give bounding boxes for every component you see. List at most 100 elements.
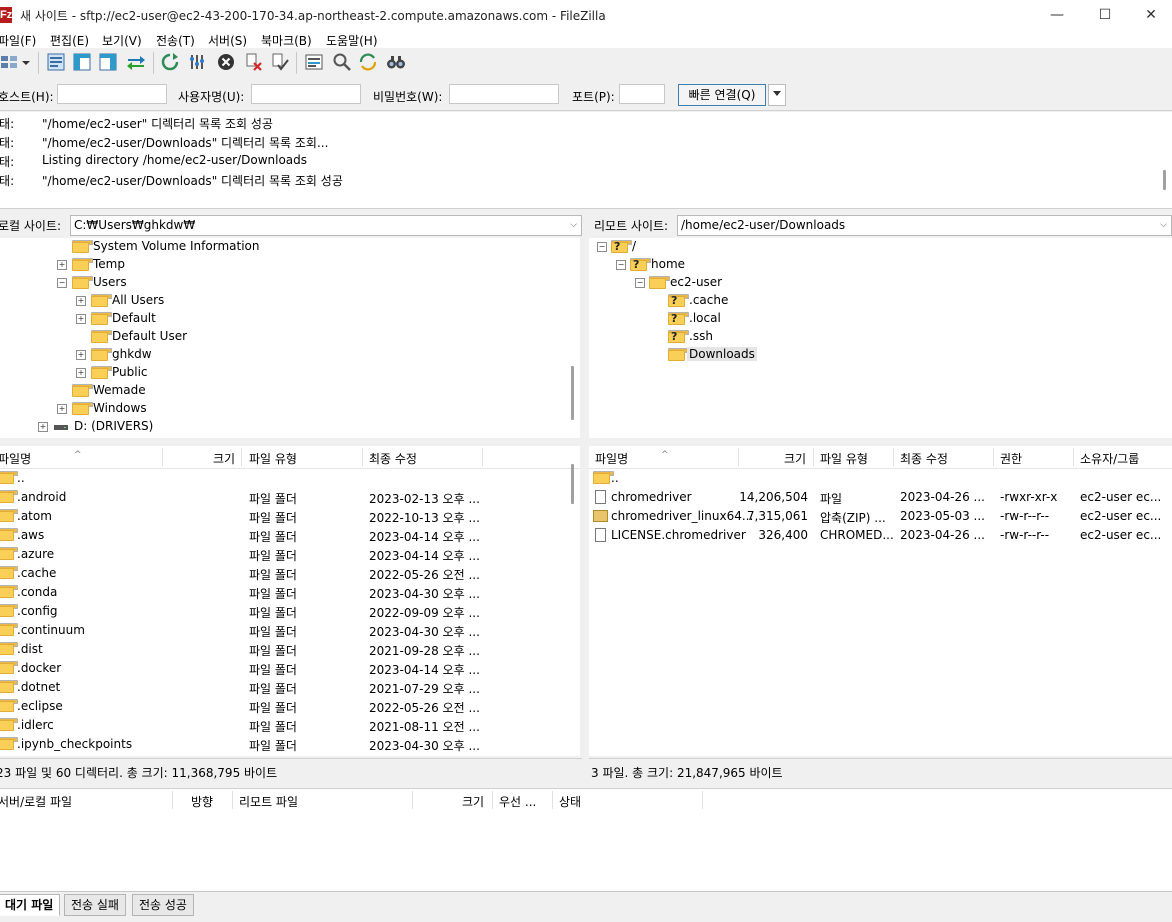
toggle-log-icon[interactable] <box>46 52 66 72</box>
column-header-modified[interactable]: 최종 수정 <box>369 450 417 467</box>
table-row[interactable]: chromedriver 14,206,504 파일 2023-04-26 ... -r… <box>589 488 1172 507</box>
table-row[interactable]: .android 파일 폴더 2023-02-13 오후 ... <box>0 488 580 507</box>
expand-icon[interactable]: + <box>76 314 86 324</box>
table-row[interactable]: .cache 파일 폴더 2022-05-26 오전 ... <box>0 564 580 583</box>
column-separator[interactable] <box>362 448 363 466</box>
column-separator[interactable] <box>241 448 242 466</box>
column-header-owner[interactable]: 소유자/그룹 <box>1080 450 1139 467</box>
chevron-down-icon[interactable]: ⌵ <box>570 216 577 235</box>
tree-node[interactable]: + Temp <box>0 256 560 274</box>
table-row[interactable]: .eclipse 파일 폴더 2022-05-26 오전 ... <box>0 697 580 716</box>
column-header-size[interactable]: 크기 <box>784 450 806 467</box>
column-separator[interactable] <box>702 791 703 809</box>
table-row[interactable]: .azure 파일 폴더 2023-04-14 오후 ... <box>0 545 580 564</box>
tab-successful-transfers[interactable]: 전송 성공 <box>132 894 194 916</box>
queue-column-direction[interactable]: 방향 <box>191 793 213 810</box>
tree-node[interactable]: + Public <box>0 364 560 382</box>
compare-icon[interactable] <box>332 52 352 72</box>
column-separator[interactable] <box>162 448 163 466</box>
password-input[interactable] <box>449 84 559 104</box>
menu-help[interactable]: 도움말(H) <box>326 32 378 49</box>
remote-path-input[interactable]: /home/ec2-user/Downloads ⌵ <box>677 215 1172 236</box>
column-separator[interactable] <box>482 448 483 466</box>
tab-failed-transfers[interactable]: 전송 실패 <box>64 894 126 916</box>
minimize-button[interactable]: — <box>1034 0 1080 30</box>
expand-icon[interactable]: + <box>57 260 67 270</box>
quickconnect-button[interactable]: 빠른 연결(Q) <box>678 84 766 106</box>
host-input[interactable] <box>57 84 167 104</box>
collapse-icon[interactable]: − <box>616 260 626 270</box>
expand-icon[interactable]: + <box>38 422 48 432</box>
column-separator[interactable] <box>232 791 233 809</box>
dropdown-arrow-icon[interactable] <box>20 52 32 72</box>
tree-node[interactable]: + ghkdw <box>0 346 560 364</box>
column-header-filename[interactable]: 파일명 <box>0 450 31 467</box>
directory-listing-filter-icon[interactable] <box>304 52 324 72</box>
tree-node[interactable]: + Windows <box>0 400 560 418</box>
tree-node[interactable]: + D: (DRIVERS) <box>0 418 560 436</box>
table-row[interactable]: .config 파일 폴더 2022-09-09 오후 ... <box>0 602 580 621</box>
site-manager-icon[interactable] <box>0 52 20 72</box>
table-row[interactable]: .. <box>0 469 580 488</box>
username-input[interactable] <box>251 84 361 104</box>
table-row[interactable]: .atom 파일 폴더 2022-10-13 오후 ... <box>0 507 580 526</box>
local-tree-scrollbar[interactable] <box>571 366 574 420</box>
process-queue-icon[interactable] <box>188 52 208 72</box>
table-row[interactable]: .. <box>589 469 1172 488</box>
tree-node[interactable]: + Default <box>0 310 560 328</box>
table-row[interactable]: .conda 파일 폴더 2023-04-30 오후 ... <box>0 583 580 602</box>
quickconnect-history-dropdown[interactable] <box>768 84 786 106</box>
column-header-type[interactable]: 파일 유형 <box>249 450 297 467</box>
tree-node-selected[interactable]: Downloads <box>589 346 1149 364</box>
column-separator[interactable] <box>172 791 173 809</box>
table-row[interactable]: LICENSE.chromedriver 326,400 CHROMED... 202… <box>589 526 1172 545</box>
column-header-modified[interactable]: 최종 수정 <box>900 450 948 467</box>
column-separator[interactable] <box>492 791 493 809</box>
queue-column-remote-file[interactable]: 리모트 파일 <box>239 793 298 810</box>
close-button[interactable]: ✕ <box>1128 0 1172 30</box>
expand-icon[interactable]: + <box>76 350 86 360</box>
menu-view[interactable]: 보기(V) <box>102 32 142 49</box>
column-separator[interactable] <box>738 448 739 466</box>
column-header-filename[interactable]: 파일명 <box>595 450 628 467</box>
tree-node[interactable]: ? .cache <box>589 292 1149 310</box>
tree-node[interactable]: − Users <box>0 274 560 292</box>
table-row[interactable]: .ipynb_checkpoints 파일 폴더 2023-04-30 오후 ... <box>0 735 580 754</box>
tab-queued-files[interactable]: 대기 파일 <box>0 894 61 916</box>
tree-node[interactable]: − ec2-user <box>589 274 1149 292</box>
queue-column-status[interactable]: 상태 <box>559 793 581 810</box>
tree-node[interactable]: Wemade <box>0 382 560 400</box>
expand-icon[interactable]: + <box>76 368 86 378</box>
column-separator[interactable] <box>552 791 553 809</box>
collapse-icon[interactable]: − <box>635 278 645 288</box>
sync-browse-icon[interactable] <box>358 52 378 72</box>
search-icon[interactable] <box>386 52 406 72</box>
disconnect-icon[interactable] <box>244 52 264 72</box>
column-header-size[interactable]: 크기 <box>213 450 235 467</box>
menu-server[interactable]: 서버(S) <box>208 32 247 49</box>
collapse-icon[interactable]: − <box>57 278 67 288</box>
local-list-scrollbar[interactable] <box>571 464 574 504</box>
queue-column-size[interactable]: 크기 <box>462 793 484 810</box>
collapse-icon[interactable]: − <box>597 242 607 252</box>
maximize-button[interactable]: ☐ <box>1082 0 1128 30</box>
table-row[interactable]: .docker 파일 폴더 2023-04-14 오후 ... <box>0 659 580 678</box>
tree-node[interactable]: ? .local <box>589 310 1149 328</box>
queue-column-priority[interactable]: 우선 ... <box>499 793 536 810</box>
cancel-icon[interactable] <box>216 52 236 72</box>
table-row[interactable]: .idlerc 파일 폴더 2021-08-11 오전 ... <box>0 716 580 735</box>
reconnect-icon[interactable] <box>270 52 290 72</box>
menu-file[interactable]: 파일(F) <box>0 32 36 49</box>
menu-transfer[interactable]: 전송(T) <box>156 32 195 49</box>
column-separator[interactable] <box>813 448 814 466</box>
menu-bookmarks[interactable]: 북마크(B) <box>261 32 312 49</box>
toggle-queue-icon[interactable] <box>126 52 146 72</box>
expand-icon[interactable]: + <box>76 296 86 306</box>
toggle-remote-tree-icon[interactable] <box>98 52 118 72</box>
queue-column-local-file[interactable]: 서버/로컬 파일 <box>0 793 72 810</box>
column-separator[interactable] <box>893 448 894 466</box>
column-header-type[interactable]: 파일 유형 <box>820 450 868 467</box>
port-input[interactable] <box>619 84 665 104</box>
column-separator[interactable] <box>993 448 994 466</box>
tree-node[interactable]: − ? / <box>589 238 1149 256</box>
